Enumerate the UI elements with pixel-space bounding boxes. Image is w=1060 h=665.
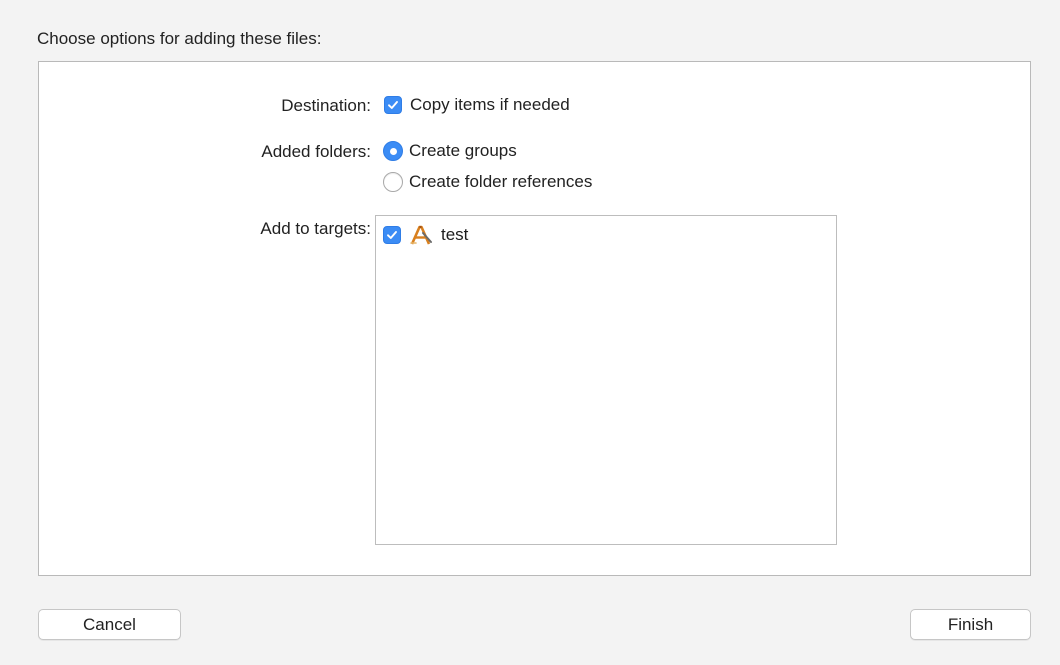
- create-groups-radio[interactable]: Create groups: [383, 141, 517, 161]
- options-panel: Destination: Copy items if needed Added …: [38, 61, 1031, 576]
- cancel-button[interactable]: Cancel: [38, 609, 181, 640]
- checkmark-icon[interactable]: [383, 226, 401, 244]
- create-folder-references-label: Create folder references: [409, 172, 593, 191]
- targets-list[interactable]: test: [375, 215, 837, 545]
- create-groups-label: Create groups: [409, 141, 517, 160]
- radio-selected-icon: [383, 141, 403, 161]
- create-folder-references-radio[interactable]: Create folder references: [383, 172, 592, 192]
- finish-button[interactable]: Finish: [910, 609, 1031, 640]
- target-row-test[interactable]: test: [383, 224, 468, 246]
- copy-items-checkbox[interactable]: Copy items if needed: [384, 95, 570, 115]
- target-name: test: [441, 225, 469, 244]
- add-to-targets-label: Add to targets:: [260, 219, 371, 238]
- add-files-sheet: Choose options for adding these files: D…: [0, 0, 1060, 665]
- added-folders-label: Added folders:: [261, 142, 371, 161]
- copy-items-label: Copy items if needed: [410, 95, 570, 114]
- destination-label: Destination:: [281, 96, 371, 115]
- dialog-heading: Choose options for adding these files:: [37, 29, 322, 48]
- checkmark-icon: [384, 96, 402, 114]
- xcode-app-icon: [409, 224, 433, 246]
- radio-unselected-icon: [383, 172, 403, 192]
